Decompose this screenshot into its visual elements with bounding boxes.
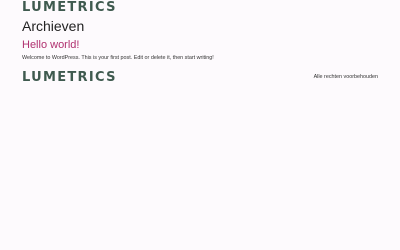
post-excerpt: Welcome to WordPress. This is your first… [22, 55, 214, 61]
footer-copyright: Alle rechten voorbehouden [313, 74, 378, 80]
page-title: Archieven [22, 18, 85, 34]
site-logo[interactable]: LUMETRICS [22, 1, 117, 15]
post-title-link[interactable]: Hello world! [22, 38, 79, 52]
footer-logo[interactable]: LUMETRICS [22, 71, 117, 85]
